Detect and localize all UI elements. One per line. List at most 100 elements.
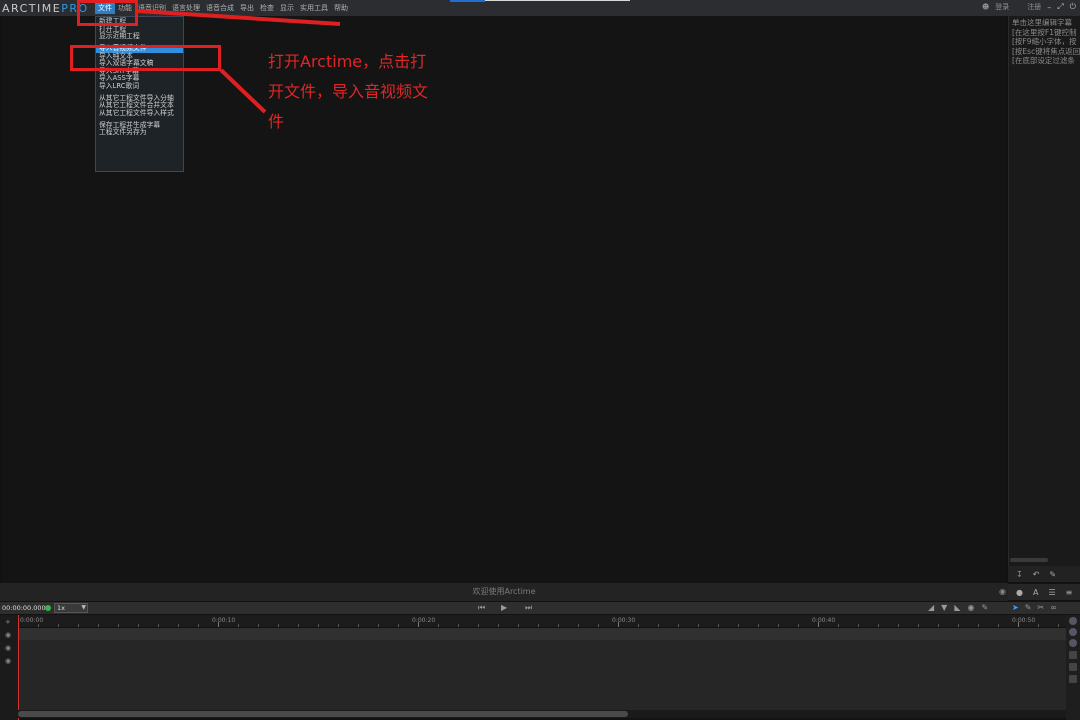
side-panel-line: [在底部设定过滤条 <box>1012 56 1075 65</box>
menu-utilities[interactable]: 实用工具 <box>297 2 331 14</box>
track-visibility-icon[interactable]: ◉ <box>5 657 11 665</box>
camera-icon[interactable]: ◉ <box>967 603 974 612</box>
subtitle-editor-panel[interactable]: 单击这里编辑字幕 [在这里按F1键控制 [按F9缩小字体，按 [按Esc键将焦点… <box>1008 16 1080 566</box>
ruler-tick <box>1058 624 1059 627</box>
menu-import-lrc[interactable]: 导入LRC歌词 <box>96 82 183 91</box>
app-window: ARCTIMEPRO 文件 功能 语音识别 语言处理 语音合成 导出 检查 显示… <box>0 0 1080 720</box>
menu-import-style[interactable]: 从其它工程文件导入样式 <box>96 109 183 118</box>
list-icon[interactable]: ☰ <box>1048 588 1055 597</box>
menu-check[interactable]: 检查 <box>257 2 277 14</box>
ruler-label: 0:00:40 <box>812 617 836 624</box>
ruler-tick <box>538 624 539 627</box>
power-icon[interactable]: ⏻ <box>1070 2 1076 12</box>
menu-export[interactable]: 导出 <box>237 2 257 14</box>
timeline-scrollbar[interactable] <box>18 710 1066 718</box>
menu-recent-projects[interactable]: 显示近期工程 <box>96 33 183 41</box>
menu-language-processing[interactable]: 语言处理 <box>169 2 203 14</box>
track-gutter: + ◉ ◉ ◉ <box>0 615 18 720</box>
annotation-box-file-menu <box>77 0 138 26</box>
transport-bar: 00:00:00.000 1x ▼ ⏮ ▶ ⏭ ◢ ▼ ◣ ◉ ✎ ➤ ✎ ✂ ∞ <box>0 602 1080 614</box>
login-link[interactable]: 登录 <box>995 2 1009 12</box>
ruler-tick <box>458 624 459 627</box>
comment-icon[interactable]: ● <box>1016 588 1023 597</box>
insert-icon[interactable]: ↧ <box>1016 570 1023 579</box>
side-panel-line: [按Esc键将焦点返回 <box>1012 46 1080 56</box>
subtitle-track[interactable] <box>18 628 1066 640</box>
ruler-tick <box>758 624 759 627</box>
menu-speech-synthesis[interactable]: 语音合成 <box>203 2 237 14</box>
timeline-ruler[interactable]: 0:00:00 0:00:10 0:00:20 0:00:30 0:00:40 … <box>18 615 1066 627</box>
settings-icon[interactable]: ≡ <box>1066 588 1073 597</box>
playhead[interactable] <box>18 615 19 720</box>
ruler-tick <box>1018 622 1019 627</box>
minimize-icon[interactable]: – <box>1047 3 1051 12</box>
grid-icon[interactable] <box>1069 675 1077 683</box>
add-track-icon[interactable]: + <box>5 618 11 626</box>
marker-icon[interactable] <box>1069 663 1077 671</box>
scrollbar-thumb[interactable] <box>18 711 628 717</box>
ruler-tick <box>558 624 559 627</box>
track-visibility-icon[interactable]: ◉ <box>5 631 11 639</box>
ruler-label: 0:00:30 <box>612 617 636 624</box>
link-icon[interactable]: ∞ <box>1050 603 1057 612</box>
audio-track-area[interactable] <box>18 640 1066 710</box>
menu-display[interactable]: 显示 <box>277 2 297 14</box>
undo-icon[interactable]: ↶ <box>1033 570 1040 579</box>
font-icon[interactable]: A <box>1033 588 1038 597</box>
eye-icon[interactable]: ◉ <box>999 583 1006 601</box>
scissors-icon[interactable]: ✂ <box>1037 603 1044 612</box>
mark-out-icon[interactable]: ◣ <box>954 603 960 612</box>
mark-in-icon[interactable]: ◢ <box>928 603 934 612</box>
ruler-tick <box>818 622 819 627</box>
ruler-tick <box>898 624 899 627</box>
menu-help[interactable]: 帮助 <box>331 2 351 14</box>
side-panel-line: [在这里按F1键控制 <box>1012 27 1077 37</box>
mark-mid-icon[interactable]: ▼ <box>941 603 947 612</box>
ruler-tick <box>98 624 99 627</box>
ruler-tick <box>938 624 939 627</box>
register-link[interactable]: 注册 <box>1027 2 1041 12</box>
ruler-tick <box>838 624 839 627</box>
zoom-out-icon[interactable] <box>1069 628 1077 636</box>
track-visibility-icon[interactable]: ◉ <box>5 644 11 652</box>
skip-back-icon[interactable]: ⏮ <box>478 603 485 613</box>
side-panel-line: [按F9缩小字体，按 <box>1012 37 1077 46</box>
menu-save-as[interactable]: 工程文件另存为 <box>96 129 183 137</box>
cursor-tools: ➤ ✎ ✂ ∞ <box>1012 603 1057 612</box>
side-panel-scrollbar[interactable] <box>1010 558 1048 562</box>
ruler-tick <box>378 624 379 627</box>
skip-forward-icon[interactable]: ⏭ <box>525 603 532 613</box>
menu-speech-recognition[interactable]: 语音识别 <box>135 2 169 14</box>
zoom-in-icon[interactable] <box>1069 617 1077 625</box>
ruler-tick <box>778 624 779 627</box>
fullscreen-icon[interactable]: ⤢ <box>1057 2 1063 12</box>
ruler-tick <box>638 624 639 627</box>
ruler-label: 0:00:50 <box>1012 617 1036 624</box>
welcome-bar: 欢迎使用Arctime ◉ <box>0 583 1008 601</box>
chevron-down-icon: ▼ <box>81 604 86 611</box>
ruler-tick <box>958 624 959 627</box>
brush-icon[interactable]: ✎ <box>981 603 988 612</box>
ruler-tick <box>298 624 299 627</box>
pen-icon[interactable]: ✎ <box>1049 570 1056 579</box>
cursor-icon[interactable]: ➤ <box>1012 603 1019 612</box>
ruler-tick <box>978 624 979 627</box>
waveform-icon[interactable] <box>1069 651 1077 659</box>
ruler-tick <box>658 624 659 627</box>
edit-icon[interactable]: ✎ <box>1025 603 1032 612</box>
annotation-box-import-media <box>70 45 221 71</box>
timeline-tools: ◢ ▼ ◣ ◉ ✎ <box>928 603 988 612</box>
ruler-tick <box>718 624 719 627</box>
user-icon[interactable]: ☻ <box>982 3 989 11</box>
speed-value: 1x <box>57 604 65 612</box>
playback-speed-select[interactable]: 1x ▼ <box>54 603 88 613</box>
ruler-label: 0:00:20 <box>412 617 436 624</box>
ruler-tick <box>178 624 179 627</box>
ruler-tick <box>678 624 679 627</box>
zoom-fit-icon[interactable] <box>1069 639 1077 647</box>
ruler-tick <box>598 624 599 627</box>
play-icon[interactable]: ▶ <box>501 603 507 612</box>
welcome-text: 欢迎使用Arctime <box>472 587 536 596</box>
ruler-tick <box>878 624 879 627</box>
ruler-tick <box>38 624 39 627</box>
